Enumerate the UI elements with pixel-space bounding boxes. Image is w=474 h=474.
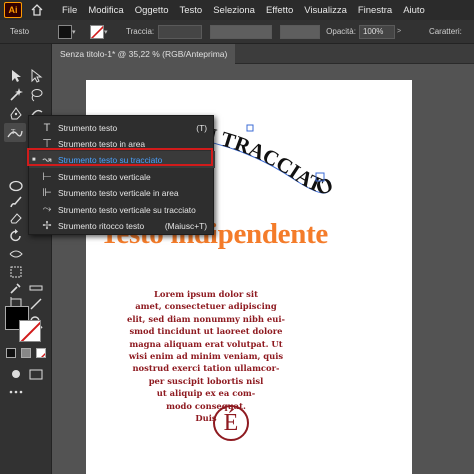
magic-wand-icon[interactable] bbox=[8, 87, 24, 103]
tools-panel: T bbox=[0, 44, 52, 474]
flyout-item-label: Strumento ritocco testo bbox=[58, 220, 145, 231]
flyout-item-shortcut: (Maiusc+T) bbox=[164, 220, 207, 231]
menu-finestra[interactable]: Finestra bbox=[358, 5, 392, 16]
text-line: modo consequat. bbox=[166, 400, 246, 411]
variable-width-field[interactable] bbox=[210, 24, 273, 39]
eyedropper-icon[interactable] bbox=[8, 280, 24, 296]
vertical-area-type-tool-icon: ⊩ bbox=[42, 187, 52, 199]
no-stroke-icon bbox=[20, 321, 40, 341]
type-tools-flyout: T Strumento testo (T) ⊤ Strumento testo … bbox=[28, 115, 215, 235]
no-stroke-icon bbox=[91, 25, 103, 38]
text-line: amet, consectetuer adipiscing bbox=[135, 301, 277, 312]
fill-dropdown-icon[interactable]: ▾ bbox=[72, 28, 82, 36]
home-icon[interactable] bbox=[30, 3, 44, 17]
slice-tool-icon[interactable] bbox=[28, 296, 44, 312]
pen-tool-icon[interactable] bbox=[8, 106, 24, 122]
measure-icon[interactable] bbox=[28, 280, 44, 296]
lorem-text-block[interactable]: Lorem ipsum dolor sit amet, consectetuer… bbox=[120, 288, 292, 424]
eraser-icon[interactable] bbox=[8, 210, 24, 226]
flyout-item-label: Strumento testo verticale in area bbox=[58, 187, 179, 198]
vertical-type-on-path-tool-icon: ⤳ bbox=[42, 203, 52, 215]
brush-field[interactable] bbox=[280, 24, 321, 39]
flyout-item-shortcut: (T) bbox=[196, 122, 207, 133]
text-line: Lorem ipsum dolor sit bbox=[154, 289, 258, 299]
stroke-label: Traccia: bbox=[126, 27, 155, 36]
text-line: ut aliquip ex ea com- bbox=[156, 388, 256, 399]
type-on-path-tool-icon: T bbox=[7, 128, 23, 138]
flyout-item-vertical-area-type-tool[interactable]: ⊩ Strumento testo verticale in area bbox=[29, 184, 215, 201]
flyout-item-touch-type-tool[interactable]: ✢ Strumento ritocco testo (Maiusc+T) bbox=[29, 217, 215, 234]
logo-badge[interactable]: É bbox=[213, 405, 249, 441]
fill-swatch[interactable] bbox=[58, 24, 72, 39]
text-line: nostrud exerci tation ullamcor- bbox=[132, 363, 280, 374]
tool-name-label: Testo bbox=[10, 27, 30, 36]
menu-visualizza[interactable]: Visualizza bbox=[304, 5, 347, 16]
direct-selection-tool-icon[interactable] bbox=[28, 68, 44, 84]
opacity-field[interactable]: 100% bbox=[358, 24, 395, 39]
draw-mode-icon[interactable] bbox=[8, 366, 24, 382]
stroke-weight-field[interactable] bbox=[158, 24, 203, 39]
flyout-item-label: Strumento testo verticale bbox=[58, 171, 151, 182]
stroke-dropdown-icon[interactable]: ▾ bbox=[104, 28, 114, 36]
flyout-item-label: Strumento testo verticale su tracciato bbox=[58, 204, 196, 215]
text-line: elit, sed diam nonummy nibh eui- bbox=[126, 313, 285, 324]
touch-type-tool-icon: ✢ bbox=[42, 220, 52, 232]
selection-highlight-box bbox=[27, 148, 213, 166]
edit-toolbar-icon[interactable] bbox=[8, 384, 24, 400]
free-transform-icon[interactable] bbox=[8, 264, 24, 280]
ellipse-tool-icon[interactable] bbox=[8, 178, 24, 194]
menu-testo[interactable]: Testo bbox=[180, 5, 203, 16]
menu-bar: Ai File Modifica Oggetto Testo Seleziona… bbox=[0, 0, 474, 20]
lasso-icon[interactable] bbox=[28, 87, 44, 103]
text-line: Duis bbox=[195, 413, 217, 424]
menu-oggetto[interactable]: Oggetto bbox=[135, 5, 169, 16]
vertical-type-tool-icon: ⊢ bbox=[42, 171, 52, 183]
characters-label[interactable]: Caratteri: bbox=[429, 27, 462, 36]
text-line: smod tincidunt ut laoreet dolore bbox=[129, 326, 283, 337]
menu-seleziona[interactable]: Seleziona bbox=[213, 5, 255, 16]
menu-modifica[interactable]: Modifica bbox=[88, 5, 123, 16]
menu-file[interactable]: File bbox=[62, 5, 77, 16]
flyout-item-vertical-type-on-path-tool[interactable]: ⤳ Strumento testo verticale su tracciato bbox=[29, 201, 215, 218]
gradient-mode-icon[interactable] bbox=[21, 348, 31, 358]
opacity-label: Opacità: bbox=[326, 27, 356, 36]
opacity-dropdown-icon[interactable]: > bbox=[397, 28, 407, 35]
color-mode-icon[interactable] bbox=[6, 348, 16, 358]
menu-aiuto[interactable]: Aiuto bbox=[403, 5, 425, 16]
flyout-item-label: Strumento testo bbox=[58, 122, 118, 133]
control-bar: Testo ▾ ▾ Traccia: Opacità: 100% > Carat… bbox=[0, 20, 474, 44]
text-line: per suscipit lobortis nisl bbox=[148, 375, 264, 386]
document-tab[interactable]: Senza titolo-1* @ 35,22 % (RGB/Anteprima… bbox=[52, 44, 236, 64]
active-tool-slot[interactable]: T bbox=[4, 123, 26, 142]
stroke-swatch[interactable] bbox=[90, 24, 104, 39]
app-logo: Ai bbox=[4, 2, 22, 18]
menu-effetto[interactable]: Effetto bbox=[266, 5, 293, 16]
rotate-tool-icon[interactable] bbox=[8, 228, 24, 244]
selection-tool-icon[interactable] bbox=[8, 68, 24, 84]
flyout-item-type-tool[interactable]: T Strumento testo (T) bbox=[29, 119, 215, 136]
flyout-item-vertical-type-tool[interactable]: ⊢ Strumento testo verticale bbox=[29, 168, 215, 185]
svg-text:T: T bbox=[11, 128, 16, 136]
screen-mode-icon[interactable] bbox=[28, 366, 44, 382]
flyout-item-label: Strumento testo in area bbox=[58, 138, 146, 149]
text-line: magna aliquam erat volutpat. Ut bbox=[129, 338, 283, 349]
text-line: wisi enim ad minim veniam, quis bbox=[128, 351, 284, 362]
paintbrush-icon[interactable] bbox=[8, 194, 24, 210]
type-tool-icon: T bbox=[43, 121, 51, 134]
none-mode-icon[interactable] bbox=[36, 348, 46, 358]
width-tool-icon[interactable] bbox=[8, 246, 24, 262]
stroke-color-box[interactable] bbox=[19, 320, 41, 342]
document-tab-bar: Senza titolo-1* @ 35,22 % (RGB/Anteprima… bbox=[52, 44, 474, 64]
